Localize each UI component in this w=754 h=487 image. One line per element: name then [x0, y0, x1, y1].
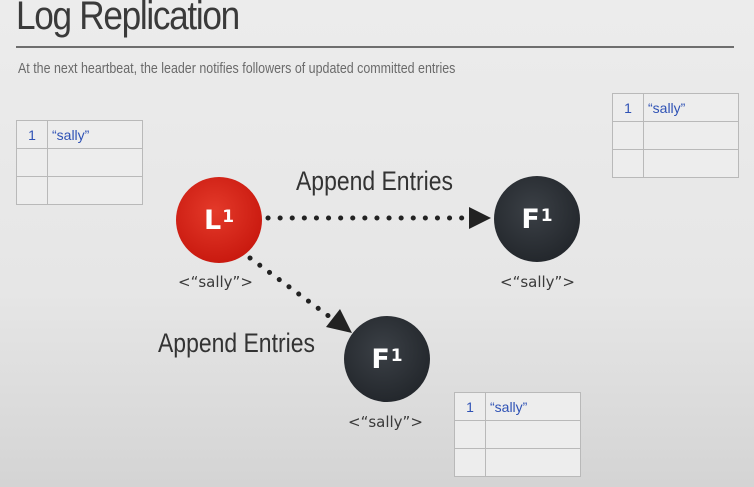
leader-node: L1: [176, 177, 262, 263]
node-term: 1: [390, 346, 403, 366]
arrowhead-b-icon: [326, 309, 352, 333]
leader-value: <“sally”>: [178, 273, 253, 291]
arrowhead-a-icon: [469, 207, 491, 229]
follower-a-value: <“sally”>: [500, 273, 575, 291]
append-entries-label-a: Append Entries: [296, 166, 453, 196]
node-term: 1: [540, 206, 553, 226]
node-role-letter: F: [371, 343, 390, 375]
append-entries-arrow-b: [247, 255, 337, 323]
append-entries-label-b: Append Entries: [158, 328, 315, 358]
node-role-letter: F: [521, 203, 540, 235]
follower-b-node: F1: [344, 316, 430, 402]
node-term: 1: [222, 207, 235, 227]
follower-a-node: F1: [494, 176, 580, 262]
node-role-letter: L: [203, 204, 222, 236]
follower-b-value: <“sally”>: [348, 413, 423, 431]
